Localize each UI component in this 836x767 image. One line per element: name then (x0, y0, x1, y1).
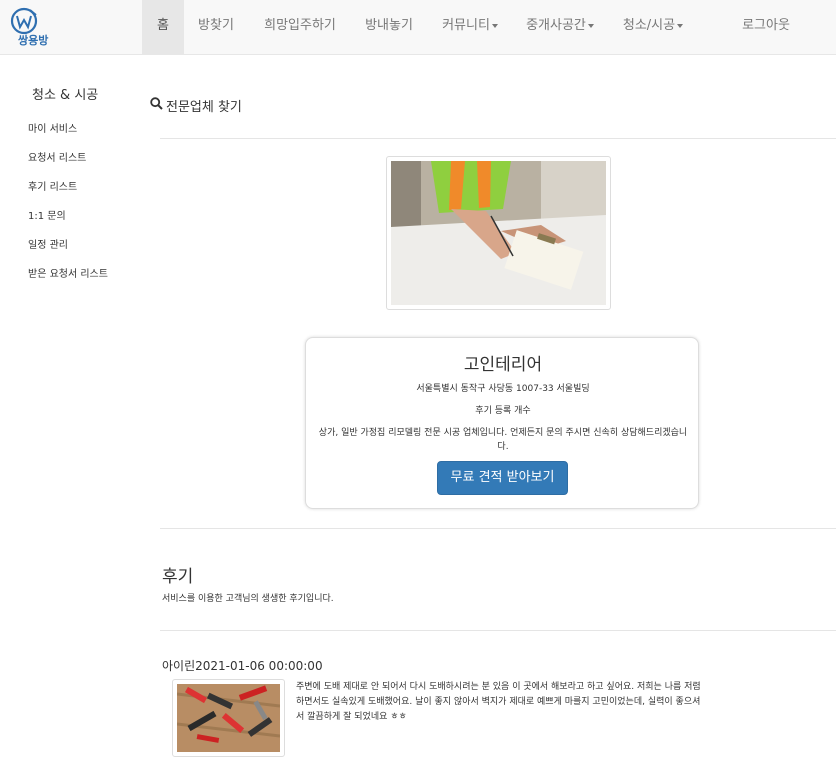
nav-community-label: 커뮤니티 (442, 18, 490, 33)
review-text: 주변에 도배 제대로 안 되어서 다시 도배하시려는 분 있음 이 곳에서 해보… (296, 682, 701, 722)
sidebar-item-schedule[interactable]: 일정 관리 (28, 236, 68, 251)
company-photo-image (391, 161, 606, 305)
nav-home-label: 홈 (157, 18, 169, 33)
chevron-down-icon (491, 23, 498, 28)
site-logo[interactable]: 쌍용방 (8, 6, 68, 48)
page-title-text: 전문업체 찾기 (166, 100, 242, 115)
divider (160, 138, 836, 139)
logo-text: 쌍용방 (18, 34, 49, 47)
review-header: 아이린2021-01-06 00:00:00 (162, 657, 323, 674)
review-date: 2021-01-06 00:00:00 (195, 659, 323, 673)
review-photo[interactable] (172, 679, 285, 757)
company-card: 고인테리어 서울특별시 동작구 사당동 1007-33 서울빌딩 후기 등록 개… (305, 337, 699, 509)
nav-broker-space-label: 중개사공간 (526, 18, 586, 33)
nav-hope-move-in-label: 희망입주하기 (264, 18, 336, 33)
nav-community[interactable]: 커뮤니티 (434, 0, 506, 55)
chevron-down-icon (677, 23, 684, 28)
nav-cleaning-construction-label: 청소/시공 (622, 18, 676, 33)
review-photo-image (177, 684, 280, 752)
review-count-label: 후기 등록 개수 (475, 406, 531, 416)
company-address: 서울특별시 동작구 사당동 1007-33 서울빌딩 (416, 384, 590, 394)
divider (160, 630, 836, 631)
nav-cleaning-construction[interactable]: 청소/시공 (614, 0, 692, 55)
search-icon (150, 97, 163, 110)
page-title: 전문업체 찾기 (150, 96, 242, 115)
company-photo (386, 156, 611, 310)
company-name: 고인테리어 (463, 355, 543, 375)
logout-link[interactable]: 로그아웃 (734, 0, 798, 55)
company-description: 상가, 일반 가정집 리모델링 전문 시공 업체입니다. 언제든지 문의 주시면… (318, 428, 688, 452)
reviews-subtitle: 서비스를 이용한 고객님의 생생한 후기입니다. (162, 594, 334, 604)
divider (160, 528, 836, 529)
nav-hope-move-in[interactable]: 희망입주하기 (256, 0, 344, 55)
sidebar-item-inquiry[interactable]: 1:1 문의 (28, 207, 66, 222)
reviews-title: 후기 (162, 567, 194, 587)
top-navbar: 쌍용방 홈 방찾기 희망입주하기 방내놓기 커뮤니티 중개사공간 청소/시공 로… (0, 0, 836, 55)
review-author: 아이린 (162, 659, 196, 673)
free-quote-button[interactable]: 무료 견적 받아보기 (437, 461, 568, 495)
nav-home[interactable]: 홈 (142, 0, 184, 55)
nav-broker-space[interactable]: 중개사공간 (520, 0, 600, 55)
nav-list-room-label: 방내놓기 (365, 18, 413, 33)
nav-find-room-label: 방찾기 (198, 18, 234, 33)
sidebar-item-my-service[interactable]: 마이 서비스 (28, 120, 77, 135)
chevron-down-icon (587, 23, 594, 28)
sidebar-title: 청소 & 시공 (32, 88, 99, 103)
nav-list-room[interactable]: 방내놓기 (358, 0, 420, 55)
logout-label: 로그아웃 (742, 18, 790, 33)
sidebar-item-review-list[interactable]: 후기 리스트 (28, 178, 77, 193)
sidebar-item-received-requests[interactable]: 받은 요청서 리스트 (28, 265, 108, 280)
sidebar-item-request-list[interactable]: 요청서 리스트 (28, 149, 86, 164)
nav-find-room[interactable]: 방찾기 (190, 0, 242, 55)
